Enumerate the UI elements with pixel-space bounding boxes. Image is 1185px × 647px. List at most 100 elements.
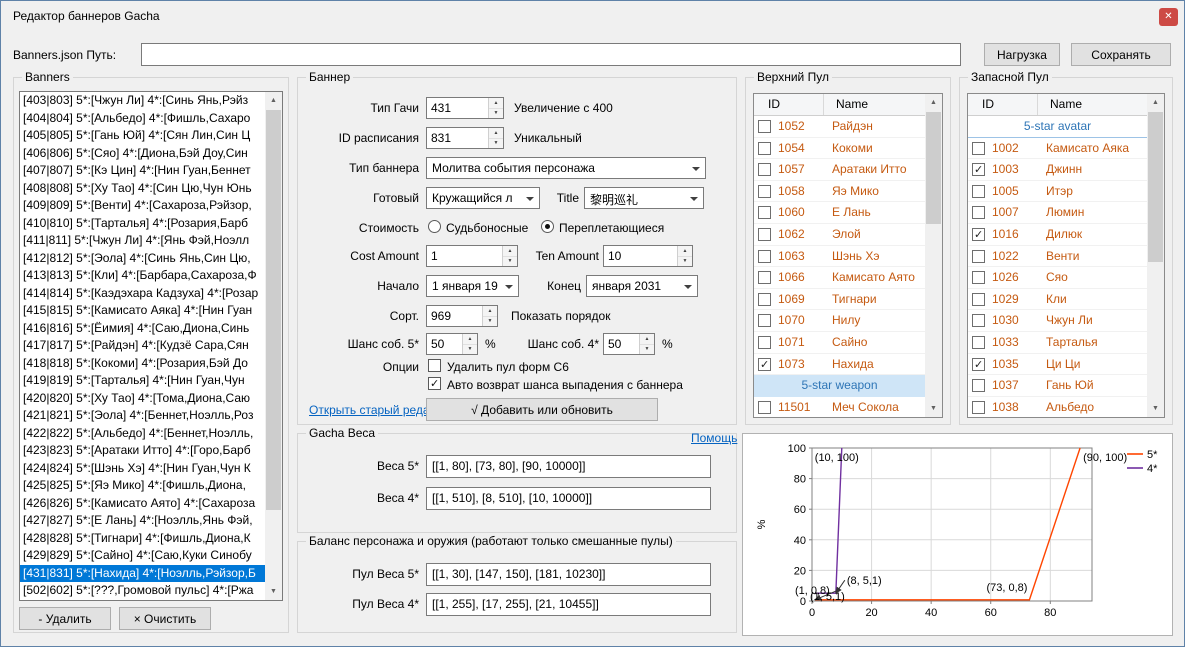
scrollbar-up-icon[interactable] (925, 94, 942, 111)
pool-row[interactable]: 1057Аратаки Итто (754, 159, 925, 181)
spinner-buttons-icon[interactable] (462, 334, 477, 354)
cost-radio-intertwined[interactable] (541, 220, 554, 233)
pool-row[interactable]: 1069Тигнари (754, 289, 925, 311)
cost-radio-fate[interactable] (428, 220, 441, 233)
banner-list-item[interactable]: [403|803] 5*:[Чжун Ли] 4*:[Синь Янь,Рэйз (20, 92, 265, 110)
reserve-pool-scrollbar[interactable] (1147, 94, 1164, 417)
save-button[interactable]: Сохранять (1071, 43, 1171, 66)
pool-row[interactable]: 1005Итэр (968, 181, 1147, 203)
pool-row-checkbox[interactable] (758, 314, 771, 327)
pool-row[interactable]: 1026Сяо (968, 267, 1147, 289)
upper-pool-scrollbar[interactable] (925, 94, 942, 417)
pool-row[interactable]: 1022Венти (968, 246, 1147, 268)
pool-weights4-input[interactable]: [[1, 255], [17, 255], [21, 10455]] (426, 593, 711, 616)
banner-list-item[interactable]: [431|831] 5*:[Нахида] 4*:[Ноэлль,Рэйзор,… (20, 565, 265, 583)
banner-list-item[interactable]: [418|818] 5*:[Кокоми] 4*:[Розария,Бэй До (20, 355, 265, 373)
pool-row[interactable]: 1052Райдэн (754, 116, 925, 138)
scrollbar-up-icon[interactable] (265, 92, 282, 109)
banner-list-item[interactable]: [415|815] 5*:[Камисато Аяка] 4*:[Нин Гуа… (20, 302, 265, 320)
schedule-id-input[interactable]: 831 (426, 127, 504, 149)
pool-row[interactable]: 1073Нахида (754, 354, 925, 376)
banner-type-select[interactable]: Молитва события персонажа (426, 157, 706, 179)
scrollbar-down-icon[interactable] (925, 400, 942, 417)
banner-list-item[interactable]: [423|823] 5*:[Аратаки Итто] 4*:[Горо,Бар… (20, 442, 265, 460)
pool-row[interactable]: 1016Дилюк (968, 224, 1147, 246)
pool-row[interactable]: 1058Яэ Мико (754, 181, 925, 203)
banner-list-item[interactable]: [419|819] 5*:[Тарталья] 4*:[Нин Гуан,Чун (20, 372, 265, 390)
banner-list-item[interactable]: [406|806] 5*:[Сяо] 4*:[Диона,Бэй Доу,Син (20, 145, 265, 163)
banner-list-item[interactable]: [407|807] 5*:[Кэ Цин] 4*:[Нин Гуан,Бенне… (20, 162, 265, 180)
close-button[interactable] (1159, 8, 1178, 26)
banners-scrollbar[interactable] (265, 92, 282, 600)
pool-row-checkbox[interactable] (758, 185, 771, 198)
spinner-buttons-icon[interactable] (482, 306, 497, 326)
help-link[interactable]: Помощь (691, 431, 737, 445)
scrollbar-thumb[interactable] (1148, 112, 1163, 262)
pool-row-checkbox[interactable] (758, 206, 771, 219)
pool-row[interactable]: 1030Чжун Ли (968, 310, 1147, 332)
banner-list-item[interactable]: [429|829] 5*:[Сайно] 4*:[Саю,Куки Синобу (20, 547, 265, 565)
scrollbar-thumb[interactable] (926, 112, 941, 224)
weights5-input[interactable]: [[1, 80], [73, 80], [90, 10000]] (426, 455, 711, 478)
pool-row-checkbox[interactable] (972, 163, 985, 176)
begin-date-picker[interactable]: 1 января 19 (426, 275, 519, 297)
pool-row-checkbox[interactable] (758, 228, 771, 241)
pool-row-checkbox[interactable] (758, 142, 771, 155)
banner-list-item[interactable]: [412|812] 5*:[Эола] 4*:[Синь Янь,Син Цю, (20, 250, 265, 268)
spinner-buttons-icon[interactable] (488, 98, 503, 118)
weights4-input[interactable]: [[1, 510], [8, 510], [10, 10000]] (426, 487, 711, 510)
pool-row[interactable]: 1033Тарталья (968, 332, 1147, 354)
pool-row-checkbox[interactable] (972, 271, 985, 284)
banner-list-item[interactable]: [421|821] 5*:[Эола] 4*:[Беннет,Ноэлль,Ро… (20, 407, 265, 425)
pool-row[interactable]: 1063Шэнь Хэ (754, 246, 925, 268)
end-date-picker[interactable]: января 2031 (586, 275, 698, 297)
pool-row-checkbox[interactable] (972, 250, 985, 263)
banners-list[interactable]: [403|803] 5*:[Чжун Ли] 4*:[Синь Янь,Рэйз… (19, 91, 283, 601)
pool-row-checkbox[interactable] (758, 336, 771, 349)
banner-list-item[interactable]: [420|820] 5*:[Ху Тао] 4*:[Тома,Диона,Саю (20, 390, 265, 408)
scrollbar-down-icon[interactable] (1147, 400, 1164, 417)
pool-row[interactable]: 1002Камисато Аяка (968, 138, 1147, 160)
pool-row[interactable]: 1003Джинн (968, 159, 1147, 181)
remove-c6-checkbox[interactable] (428, 359, 441, 372)
pool-row[interactable]: 1007Люмин (968, 202, 1147, 224)
pool-row-checkbox[interactable] (972, 401, 985, 414)
load-button[interactable]: Нагрузка (984, 43, 1060, 66)
pool-row-checkbox[interactable] (972, 185, 985, 198)
auto-return-checkbox[interactable] (428, 377, 441, 390)
banner-list-item[interactable]: [405|805] 5*:[Гань Юй] 4*:[Сян Лин,Син Ц (20, 127, 265, 145)
banner-list-item[interactable]: [413|813] 5*:[Кли] 4*:[Барбара,Сахароза,… (20, 267, 265, 285)
pool-row[interactable]: 1071Сайно (754, 332, 925, 354)
pool-row[interactable]: 1029Кли (968, 289, 1147, 311)
pool-row-checkbox[interactable] (972, 336, 985, 349)
scrollbar-down-icon[interactable] (265, 583, 282, 600)
banner-list-item[interactable]: [411|811] 5*:[Чжун Ли] 4*:[Янь Фэй,Ноэлл (20, 232, 265, 250)
pool-row-checkbox[interactable] (758, 358, 771, 371)
delete-banner-button[interactable]: - Удалить (19, 607, 111, 630)
banner-list-item[interactable]: [428|828] 5*:[Тигнари] 4*:[Фишль,Диона,К (20, 530, 265, 548)
pool-row[interactable]: 1035Ци Ци (968, 354, 1147, 376)
pool-row-checkbox[interactable] (972, 228, 985, 241)
pool-row-checkbox[interactable] (972, 358, 985, 371)
pool-row-checkbox[interactable] (758, 163, 771, 176)
pool-row[interactable]: 1066Камисато Аято (754, 267, 925, 289)
pool-row-checkbox[interactable] (758, 401, 771, 414)
scrollbar-up-icon[interactable] (1147, 94, 1164, 111)
sort-input[interactable]: 969 (426, 305, 498, 327)
pool-row-checkbox[interactable] (758, 271, 771, 284)
ten-amount-input[interactable]: 10 (603, 245, 693, 267)
pool-row-checkbox[interactable] (972, 142, 985, 155)
pool-row[interactable]: 1060Е Лань (754, 202, 925, 224)
clear-banners-button[interactable]: × Очистить (119, 607, 211, 630)
pool-row[interactable]: 1070Нилу (754, 310, 925, 332)
banner-list-item[interactable]: [409|809] 5*:[Венти] 4*:[Сахароза,Рэйзор… (20, 197, 265, 215)
pool-row[interactable]: 1038Альбедо (968, 397, 1147, 417)
banner-list-item[interactable]: [425|825] 5*:[Яэ Мико] 4*:[Фишль,Диона, (20, 477, 265, 495)
pool-row-checkbox[interactable] (758, 250, 771, 263)
banner-list-item[interactable]: [410|810] 5*:[Тарталья] 4*:[Розария,Барб (20, 215, 265, 233)
pool-row[interactable]: 1062Элой (754, 224, 925, 246)
pool-weights5-input[interactable]: [[1, 30], [147, 150], [181, 10230]] (426, 563, 711, 586)
spinner-buttons-icon[interactable] (677, 246, 692, 266)
scrollbar-thumb[interactable] (266, 110, 281, 510)
pool-row[interactable]: 1037Гань Юй (968, 375, 1147, 397)
